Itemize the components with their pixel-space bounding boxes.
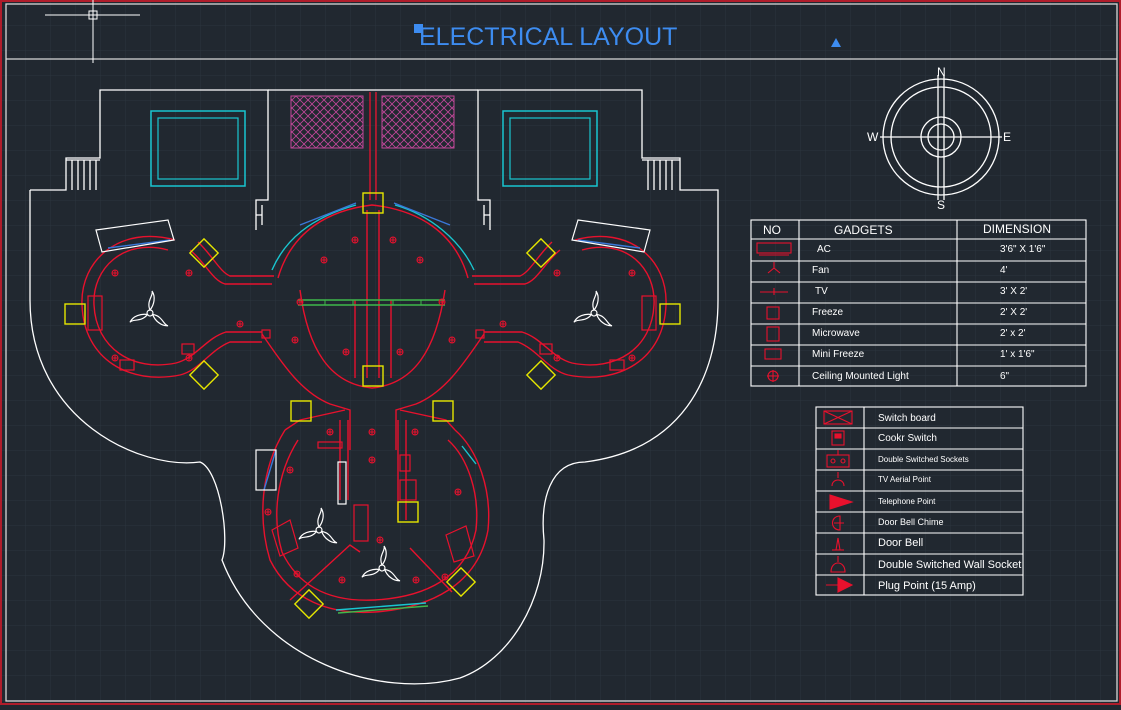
gadget-dimension: 3'6" X 1'6" [1000,244,1046,255]
legend-label: Cookr Switch [878,433,937,444]
gadget-dimension: 2' X 2' [1000,307,1027,318]
hatched-area-left [290,95,364,149]
gadget-dimension: 4' [1000,265,1008,276]
compass-n-label: N [937,65,946,79]
table-header-no: NO [763,223,781,237]
cad-canvas[interactable]: ELECTRICAL LAYOUT N S E W NO GADGETS DIM… [0,0,1121,705]
gadget-name: TV [815,286,828,297]
gadget-name: Ceiling Mounted Light [812,371,909,382]
compass-e-label: E [1003,130,1011,144]
legend-label: Plug Point (15 Amp) [878,580,976,592]
legend-label: Switch board [878,413,936,424]
compass-s-label: S [937,198,945,212]
table-header-dimension: DIMENSION [983,222,1051,236]
gadget-name: Mini Freeze [812,349,865,360]
gadget-name: Freeze [812,307,844,318]
gadget-dimension: 1' x 1'6" [1000,349,1035,360]
hatched-area-right [381,95,455,149]
legend-label: Double Switched Sockets [878,455,969,464]
page-title: ELECTRICAL LAYOUT [419,23,677,51]
legend-label: Door Bell [878,537,923,549]
table-header-gadgets: GADGETS [834,223,893,237]
gadget-name: Fan [812,265,829,276]
gadget-dimension: 6" [1000,371,1010,382]
gadget-name: Microwave [812,328,860,339]
legend-label: Telephone Point [878,497,936,506]
electrical-layout-drawing: ELECTRICAL LAYOUT N S E W NO GADGETS DIM… [0,0,1121,705]
legend-label: Door Bell Chime [878,517,944,527]
compass-w-label: W [867,130,879,144]
gadget-name: AC [817,244,831,255]
legend-label: Double Switched Wall Socket [878,559,1021,571]
legend-label: TV Aerial Point [878,475,932,484]
gadget-dimension: 2' x 2' [1000,328,1026,339]
gadget-dimension: 3' X 2' [1000,286,1027,297]
